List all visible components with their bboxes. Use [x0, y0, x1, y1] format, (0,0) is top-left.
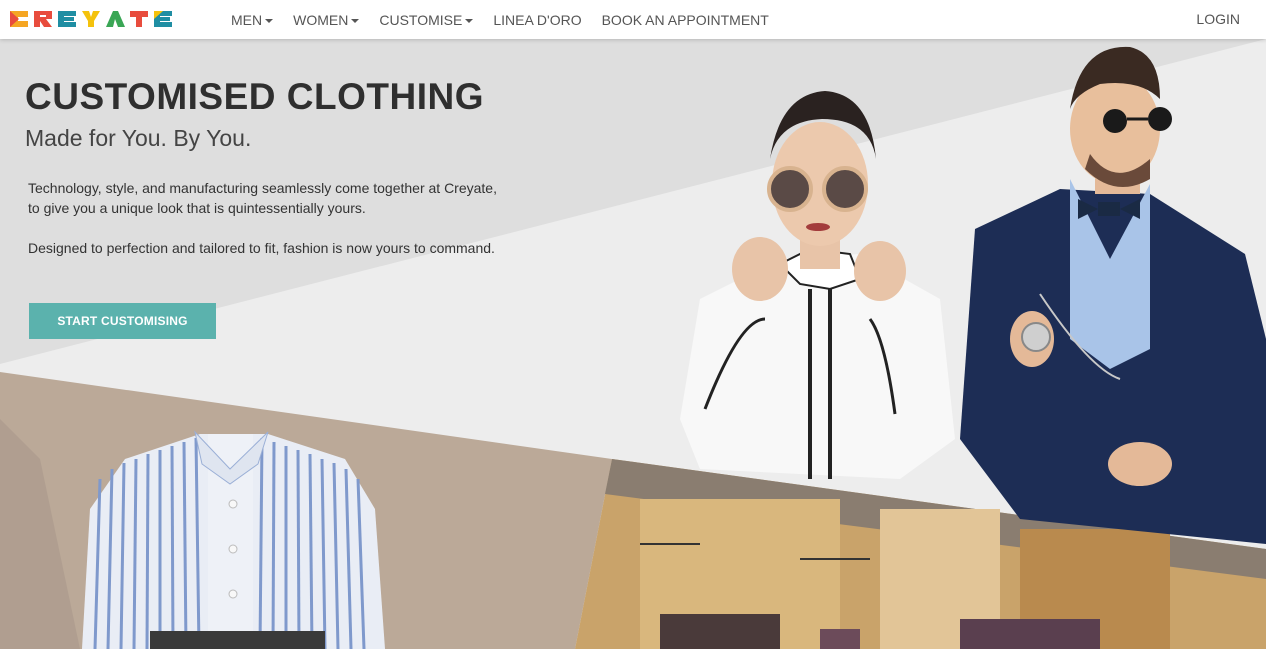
nav-item-customise[interactable]: CUSTOMISE [379, 11, 474, 28]
start-customising-button[interactable]: START CUSTOMISING [29, 303, 216, 339]
nav-item-label: MEN [231, 11, 263, 28]
striped-shirt-3d-render [82, 430, 385, 649]
hero-subtitle: Made for You. By You. [25, 125, 252, 151]
login-link[interactable]: LOGIN [1196, 11, 1240, 27]
hero-banner: CUSTOMISED CLOTHING Made for You. By You… [0, 39, 1266, 649]
nav-item-label: LINEA D'ORO [493, 11, 582, 28]
caret-down-icon [265, 18, 274, 23]
nav-item-label: BOOK AN APPOINTMENT [601, 11, 769, 28]
caret-down-icon [465, 18, 474, 23]
nav-item-label: WOMEN [293, 11, 349, 28]
nav-item-women[interactable]: WOMEN [293, 11, 360, 28]
hero-description-1: Technology, style, and manufacturing sea… [28, 180, 497, 216]
caret-down-icon [351, 18, 360, 23]
nav-item-label: CUSTOMISE [379, 11, 463, 28]
hero-title: CUSTOMISED CLOTHING [25, 76, 484, 117]
nav-item-book-appointment[interactable]: BOOK AN APPOINTMENT [602, 12, 769, 28]
hero-description-2: Designed to perfection and tailored to f… [28, 240, 495, 256]
nav-item-linea-doro[interactable]: LINEA D'ORO [493, 12, 581, 28]
top-navigation-bar: MEN WOMEN CUSTOMISE LINEA D'ORO BOOK AN … [0, 0, 1266, 39]
creyate-logo[interactable] [10, 7, 192, 31]
nav-item-men[interactable]: MEN [231, 11, 274, 28]
main-nav: MEN WOMEN CUSTOMISE LINEA D'ORO BOOK AN … [231, 0, 789, 39]
